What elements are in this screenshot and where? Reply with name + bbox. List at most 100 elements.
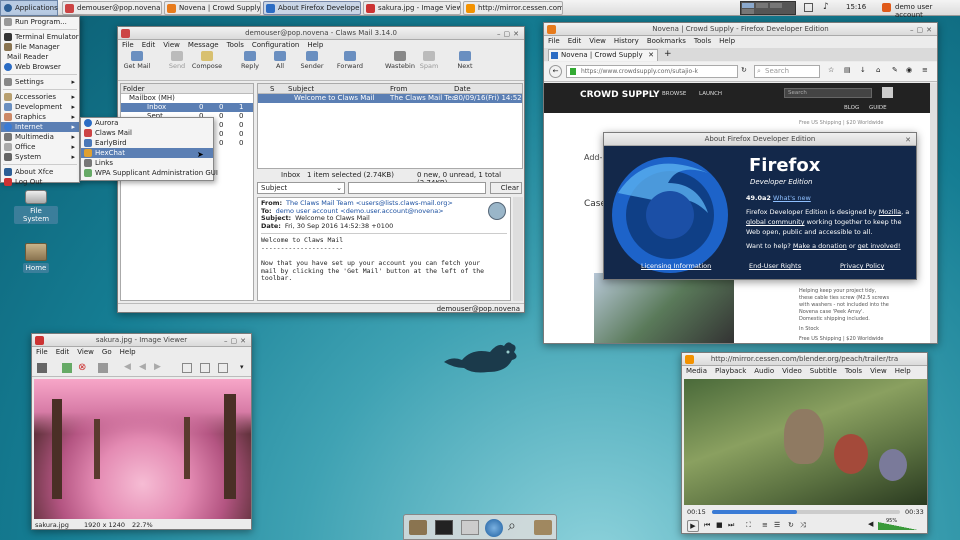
- download-icon[interactable]: ↓: [860, 66, 866, 74]
- menu-edit[interactable]: Edit: [142, 41, 156, 49]
- desktop-home[interactable]: Home: [14, 243, 58, 273]
- menu-file[interactable]: File: [122, 41, 134, 49]
- first-image-icon[interactable]: ◀: [124, 362, 131, 372]
- menu-system[interactable]: System ▸: [1, 152, 79, 162]
- forward-button[interactable]: Forward: [336, 51, 364, 70]
- page-scrollbar[interactable]: [930, 83, 937, 343]
- window-controls[interactable]: –▢✕: [910, 24, 935, 35]
- zoom-fit-icon[interactable]: [182, 363, 192, 373]
- menu-about-xfce[interactable]: About Xfce: [1, 167, 79, 177]
- filter-input[interactable]: [348, 182, 486, 194]
- tab-novena[interactable]: Novena | Crowd Supply ✕: [548, 49, 658, 61]
- toolbar-overflow-icon[interactable]: ▾: [240, 363, 244, 371]
- menu-view[interactable]: View: [589, 37, 606, 45]
- task-image-viewer[interactable]: sakura.jpg - Image Viewer: [363, 1, 461, 15]
- menu-development[interactable]: Development ▸: [1, 102, 79, 112]
- search-bar[interactable]: ⌕ Search: [754, 65, 820, 78]
- workspace-switcher[interactable]: [740, 1, 796, 15]
- menu-video[interactable]: Video: [782, 367, 802, 375]
- task-firefox[interactable]: Novena | Crowd Supply ...: [164, 1, 261, 15]
- applications-menu-button[interactable]: Applications: [0, 0, 58, 16]
- donation-link[interactable]: Make a donation: [793, 242, 847, 250]
- menu-help[interactable]: Help: [307, 41, 323, 49]
- menu-media[interactable]: Media: [686, 367, 707, 375]
- menu-go[interactable]: Go: [102, 348, 112, 356]
- compose-button[interactable]: Compose: [190, 51, 224, 70]
- vlc-titlebar[interactable]: http://mirror.cessen.com/blender.org/pea…: [682, 353, 927, 366]
- menu-office[interactable]: Office ▸: [1, 142, 79, 152]
- shuffle-icon[interactable]: ⤨: [800, 521, 806, 530]
- reply-sender-button[interactable]: Sender: [298, 51, 326, 70]
- volume-icon[interactable]: ◀: [868, 520, 873, 528]
- fullscreen-icon[interactable]: [218, 363, 228, 373]
- clear-button[interactable]: Clear: [490, 182, 522, 194]
- close-tab-icon[interactable]: ✕: [648, 50, 654, 61]
- play-button[interactable]: ▶: [687, 520, 699, 532]
- next-icon[interactable]: ⏭: [728, 521, 734, 530]
- bookmark-star-icon[interactable]: ☆: [828, 66, 834, 74]
- site-search-input[interactable]: Search: [784, 88, 872, 98]
- next-image-icon[interactable]: ▶: [154, 362, 161, 372]
- submenu-hexchat[interactable]: HexChat: [81, 148, 213, 158]
- menu-audio[interactable]: Audio: [754, 367, 774, 375]
- end-user-rights-link[interactable]: End-User Rights: [749, 262, 801, 270]
- edit-icon[interactable]: [98, 363, 108, 373]
- about-titlebar[interactable]: About Firefox Developer Edition ✕: [604, 133, 916, 146]
- menu-help[interactable]: Help: [895, 367, 911, 375]
- dock-file-manager-icon[interactable]: [409, 520, 427, 535]
- menu-accessories[interactable]: Accessories ▸: [1, 92, 79, 102]
- stop-icon[interactable]: ■: [716, 521, 723, 529]
- reload-icon[interactable]: ↻: [741, 66, 747, 74]
- bookmarks-menu-icon[interactable]: ▤: [844, 66, 851, 74]
- menu-terminal[interactable]: Terminal Emulator: [1, 32, 79, 42]
- nav-browse[interactable]: BROWSE: [662, 91, 686, 97]
- submenu-earlybird[interactable]: EarlyBird: [81, 138, 213, 148]
- message-scrollbar[interactable]: [513, 197, 523, 301]
- dock-folder-icon[interactable]: [534, 520, 552, 535]
- nav-launch[interactable]: LAUNCH: [699, 91, 722, 97]
- dock-browser-icon[interactable]: [485, 519, 503, 537]
- task-claws[interactable]: demouser@pop.novena...: [62, 1, 162, 15]
- dock-terminal-icon[interactable]: [435, 520, 453, 535]
- network-icon[interactable]: [804, 3, 813, 12]
- task-about-firefox[interactable]: About Firefox Developer...: [263, 1, 361, 15]
- menu-file[interactable]: File: [36, 348, 48, 356]
- account-icon[interactable]: [882, 87, 893, 98]
- reply-button[interactable]: Reply: [238, 51, 262, 70]
- hamburger-menu-icon[interactable]: ≡: [922, 66, 928, 74]
- nav-guide[interactable]: GUIDE: [869, 105, 887, 111]
- menu-view[interactable]: View: [77, 348, 94, 356]
- menu-internet[interactable]: Internet ▸: [1, 122, 79, 132]
- message-row[interactable]: Welcome to Claws Mail The Claws Mail Tea…: [258, 94, 522, 103]
- next-button[interactable]: Next: [454, 51, 476, 70]
- menu-multimedia[interactable]: Multimedia ▸: [1, 132, 79, 142]
- menu-view[interactable]: View: [163, 41, 180, 49]
- menu-mail-reader[interactable]: Mail Reader: [1, 52, 79, 62]
- menu-subtitle[interactable]: Subtitle: [810, 367, 837, 375]
- save-icon[interactable]: [37, 363, 47, 373]
- extended-settings-icon[interactable]: ≡: [762, 521, 768, 529]
- menu-graphics[interactable]: Graphics ▸: [1, 112, 79, 122]
- privacy-policy-link[interactable]: Privacy Policy: [840, 262, 884, 270]
- submenu-claws-mail[interactable]: Claws Mail: [81, 128, 213, 138]
- window-controls[interactable]: –▢✕: [497, 28, 522, 39]
- reply-all-button[interactable]: All: [272, 51, 288, 70]
- licensing-link[interactable]: Licensing Information: [641, 262, 711, 270]
- seek-slider[interactable]: [712, 510, 900, 514]
- folder-row[interactable]: Mailbox (MH): [121, 94, 253, 103]
- clock[interactable]: 15:16: [846, 3, 866, 11]
- menu-bookmarks[interactable]: Bookmarks: [647, 37, 686, 45]
- home-icon[interactable]: ⌂: [876, 66, 880, 74]
- viewer-titlebar[interactable]: sakura.jpg - Image Viewer –▢✕: [32, 334, 251, 347]
- menu-help[interactable]: Help: [719, 37, 735, 45]
- menu-history[interactable]: History: [614, 37, 639, 45]
- window-controls[interactable]: –▢✕: [224, 335, 249, 346]
- new-tab-button[interactable]: +: [664, 49, 672, 59]
- menu-log-out[interactable]: Log Out: [1, 177, 79, 187]
- close-dialog-icon[interactable]: ✕: [905, 134, 914, 145]
- pocket-icon[interactable]: ◉: [906, 66, 912, 74]
- menu-edit[interactable]: Edit: [568, 37, 582, 45]
- open-icon[interactable]: [62, 363, 72, 373]
- devtools-icon[interactable]: ✎: [892, 66, 898, 74]
- volume-icon[interactable]: ♪: [823, 2, 829, 12]
